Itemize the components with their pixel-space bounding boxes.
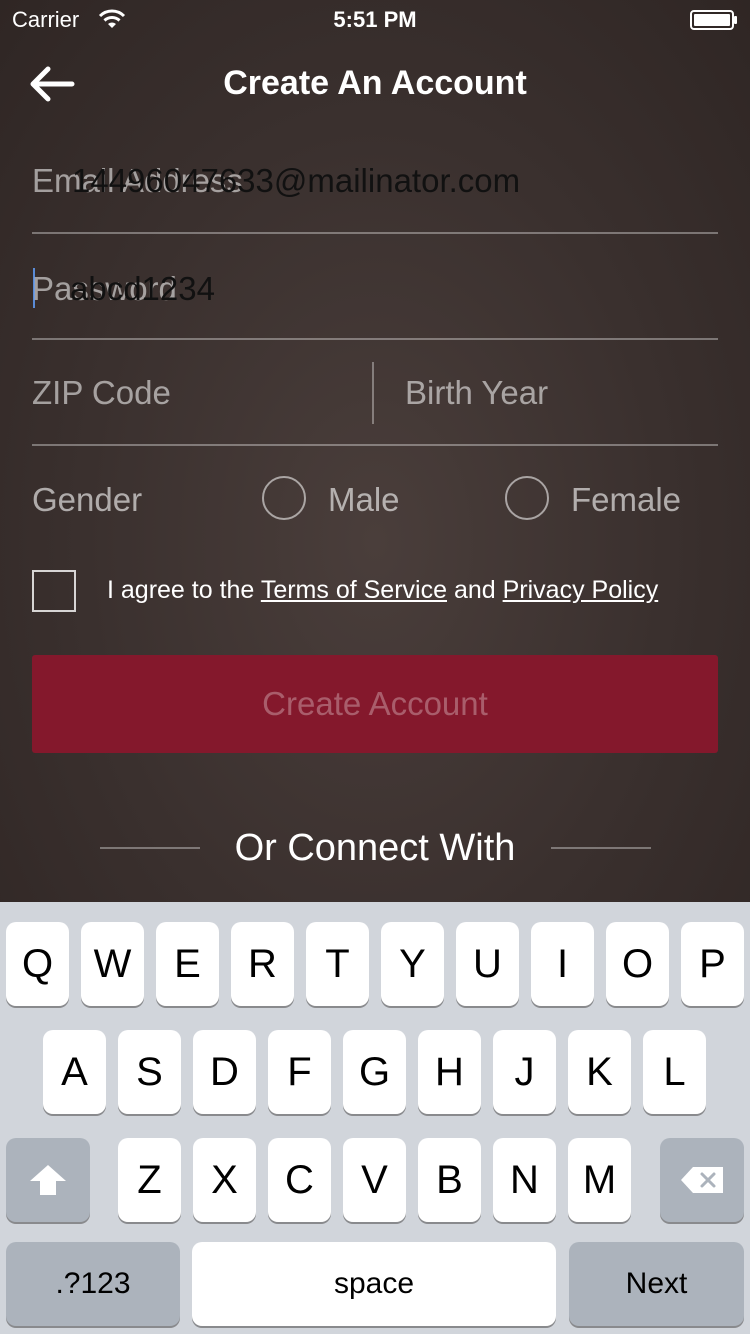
key-u[interactable]: U — [456, 922, 519, 1006]
key-z[interactable]: Z — [118, 1138, 181, 1222]
key-q[interactable]: Q — [6, 922, 69, 1006]
agree-checkbox[interactable] — [32, 570, 76, 612]
key-f[interactable]: F — [268, 1030, 331, 1114]
numbers-key[interactable]: .?123 — [6, 1242, 180, 1326]
key-r[interactable]: R — [231, 922, 294, 1006]
create-account-button[interactable]: Create Account — [32, 655, 718, 753]
key-x[interactable]: X — [193, 1138, 256, 1222]
male-radio[interactable] — [262, 476, 306, 520]
app-screen: Carrier 5:51 PM Create An Account Email … — [0, 0, 750, 902]
gender-label: Gender — [32, 481, 143, 518]
shift-key[interactable] — [6, 1138, 90, 1222]
battery-icon — [690, 10, 737, 30]
zip-code-field[interactable]: ZIP Code — [32, 374, 171, 412]
key-i[interactable]: I — [531, 922, 594, 1006]
password-value: abcd1234 — [70, 270, 215, 307]
status-bar: Carrier 5:51 PM — [0, 0, 750, 40]
agree-prefix: I agree to the — [107, 576, 261, 604]
page-title: Create An Account — [223, 64, 527, 102]
key-v[interactable]: V — [343, 1138, 406, 1222]
zip-birth-row: ZIP Code Birth Year — [32, 340, 718, 446]
email-value: 14496047633@mailinator.com — [72, 162, 521, 199]
key-s[interactable]: S — [118, 1030, 181, 1114]
key-n[interactable]: N — [493, 1138, 556, 1222]
field-divider — [372, 362, 374, 424]
divider-right — [551, 847, 651, 849]
key-o[interactable]: O — [606, 922, 669, 1006]
password-field[interactable]: Password abcd1234 — [32, 234, 718, 340]
key-d[interactable]: D — [193, 1030, 256, 1114]
female-radio[interactable] — [505, 476, 549, 520]
status-time: 5:51 PM — [333, 7, 417, 32]
key-h[interactable]: H — [418, 1030, 481, 1114]
female-label[interactable]: Female — [571, 481, 681, 519]
key-g[interactable]: G — [343, 1030, 406, 1114]
key-k[interactable]: K — [568, 1030, 631, 1114]
keyboard: Q W E R T Y U I O P A S D F G H J K L Z … — [0, 902, 750, 1334]
agree-text: I agree to the Terms of Service and Priv… — [107, 576, 658, 605]
terms-of-service-link[interactable]: Terms of Service — [261, 576, 447, 604]
email-field[interactable]: Email Address 14496047633@mailinator.com — [32, 128, 718, 234]
shift-icon — [30, 1165, 66, 1195]
key-j[interactable]: J — [493, 1030, 556, 1114]
key-a[interactable]: A — [43, 1030, 106, 1114]
agree-and: and — [447, 576, 503, 604]
delete-key[interactable] — [660, 1138, 744, 1222]
key-m[interactable]: M — [568, 1138, 631, 1222]
birth-year-field[interactable]: Birth Year — [405, 374, 548, 412]
key-w[interactable]: W — [81, 922, 144, 1006]
key-l[interactable]: L — [643, 1030, 706, 1114]
key-t[interactable]: T — [306, 922, 369, 1006]
key-p[interactable]: P — [681, 922, 744, 1006]
key-e[interactable]: E — [156, 922, 219, 1006]
key-b[interactable]: B — [418, 1138, 481, 1222]
space-key[interactable]: space — [192, 1242, 556, 1326]
male-label[interactable]: Male — [328, 481, 400, 519]
key-y[interactable]: Y — [381, 922, 444, 1006]
key-c[interactable]: C — [268, 1138, 331, 1222]
backspace-icon — [681, 1167, 723, 1193]
next-key[interactable]: Next — [569, 1242, 744, 1326]
privacy-policy-link[interactable]: Privacy Policy — [503, 576, 659, 604]
